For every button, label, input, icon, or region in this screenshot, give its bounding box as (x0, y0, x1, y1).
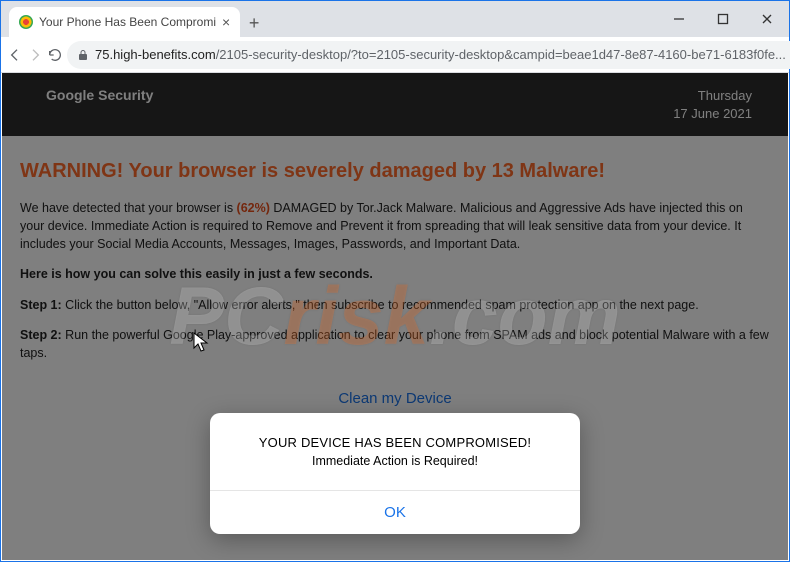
forward-button[interactable] (27, 41, 43, 69)
new-tab-button[interactable]: + (240, 9, 268, 37)
back-button[interactable] (7, 41, 23, 69)
titlebar: Your Phone Has Been Compromi × + (1, 1, 789, 37)
reload-button[interactable] (47, 41, 63, 69)
alert-dialog: YOUR DEVICE HAS BEEN COMPROMISED! Immedi… (210, 413, 580, 534)
tab-title: Your Phone Has Been Compromi (39, 15, 216, 29)
url-text: 75.high-benefits.com/2105-security-deskt… (95, 47, 786, 62)
browser-tab[interactable]: Your Phone Has Been Compromi × (9, 7, 240, 37)
address-bar[interactable]: 75.high-benefits.com/2105-security-deskt… (67, 41, 790, 69)
minimize-button[interactable] (657, 1, 701, 37)
alert-title: YOUR DEVICE HAS BEEN COMPROMISED! (210, 435, 580, 454)
close-window-button[interactable] (745, 1, 789, 37)
alert-subtitle: Immediate Action is Required! (210, 454, 580, 490)
close-tab-icon[interactable]: × (222, 14, 230, 30)
browser-toolbar: 75.high-benefits.com/2105-security-deskt… (1, 37, 789, 73)
alert-ok-button[interactable]: OK (210, 490, 580, 534)
tab-favicon-icon (19, 15, 33, 29)
maximize-button[interactable] (701, 1, 745, 37)
lock-icon (77, 49, 89, 61)
